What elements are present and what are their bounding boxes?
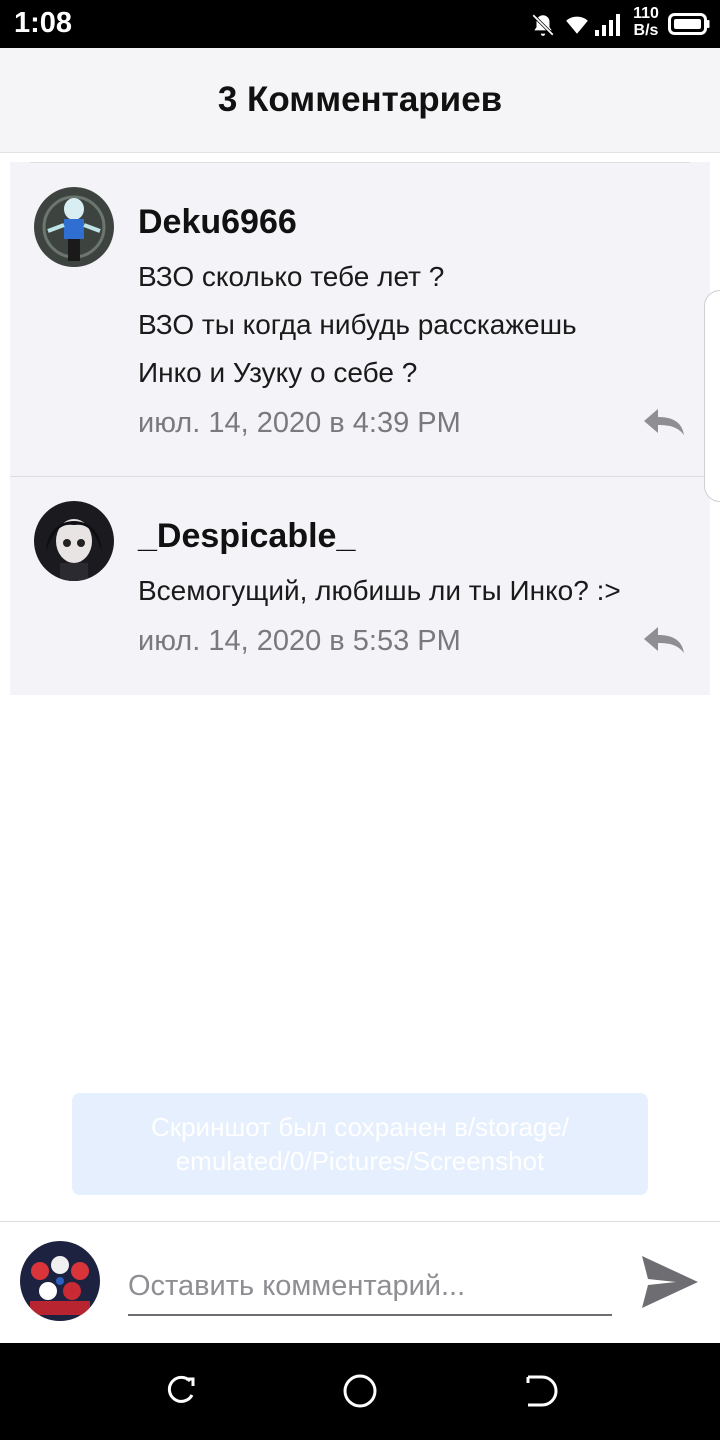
comment-input[interactable] [128,1258,612,1316]
screenshot-toast: Скриншот был сохранен в/storage/ emulate… [72,1093,648,1195]
header: 3 Комментариев [0,48,720,153]
comment-author[interactable]: _Despicable_ [138,517,355,556]
home-icon[interactable] [340,1371,380,1411]
battery-icon [668,13,710,35]
send-icon[interactable] [640,1254,700,1310]
comment-line: ВЗО сколько тебе лет ? [138,261,445,292]
comment-date: июл. 14, 2020 в 5:53 PM [138,625,461,657]
toast-line: Скриншот был сохранен в/storage/ [150,1112,570,1142]
comment-line: Всемогущий, любишь ли ты Инко? :> [138,575,621,606]
reply-icon[interactable] [642,625,686,655]
comment-composer [0,1221,720,1344]
navigation-bar [0,1343,720,1440]
comment-text: ВЗО сколько тебе лет ? ВЗО ты когда нибу… [138,253,577,397]
network-speed: 110 B/s [630,5,662,39]
comment-line: Инко и Узуку о себе ? [138,357,418,388]
comment-text: Всемогущий, любишь ли ты Инко? :> [138,567,621,615]
recent-apps-icon[interactable] [160,1371,200,1411]
comment-item: Deku6966 ВЗО сколько тебе лет ? ВЗО ты к… [10,162,710,476]
page-title: 3 Комментариев [217,80,503,119]
speed-unit: B/s [633,22,659,39]
status-time: 1:08 [14,7,73,39]
signal-icon [595,14,620,36]
toast-line: emulated/0/Pictures/Screenshot [175,1146,545,1176]
comment-item: _Despicable_ Всемогущий, любишь ли ты Ин… [10,476,710,695]
status-bar: 1:08 110 B/s [0,0,720,48]
avatar[interactable] [34,187,114,267]
reply-icon[interactable] [642,407,686,437]
back-icon[interactable] [520,1371,560,1411]
comment-line: ВЗО ты когда нибудь расскажешь [138,309,577,340]
wifi-icon [566,16,588,34]
edge-panel-handle[interactable] [704,290,720,502]
divider [30,162,690,163]
speed-value: 110 [633,5,659,22]
comment-author[interactable]: Deku6966 [138,203,297,242]
comment-date: июл. 14, 2020 в 4:39 PM [138,407,461,439]
user-avatar[interactable] [20,1241,100,1321]
bell-off-icon [532,14,554,36]
avatar[interactable] [34,501,114,581]
comment-list: Deku6966 ВЗО сколько тебе лет ? ВЗО ты к… [10,162,710,695]
